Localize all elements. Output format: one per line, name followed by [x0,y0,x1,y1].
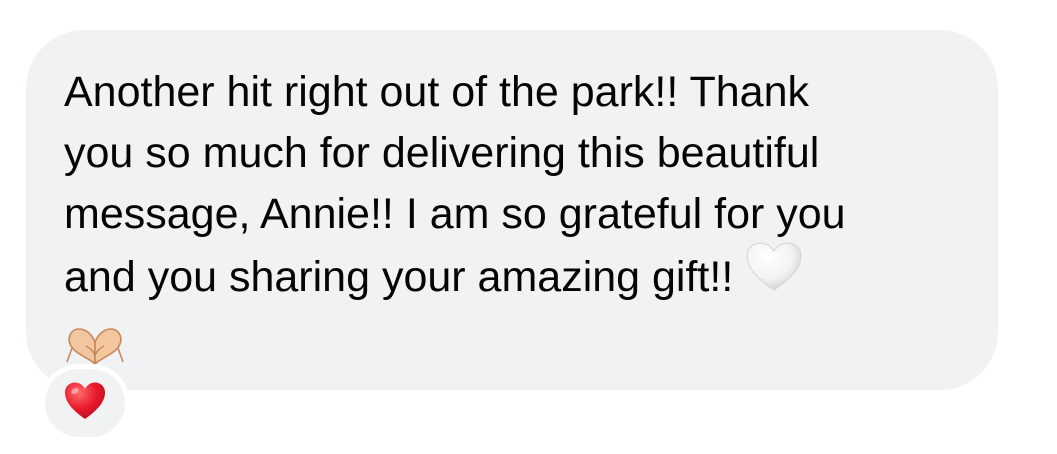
message-line-with-emoji: and you sharing your amazing gift!! [64,242,974,314]
heart-hands-icon [64,314,974,375]
chat-screen: Another hit right out of the park!! Than… [0,0,1057,454]
reaction-badge[interactable] [40,364,130,442]
message-line: you so much for delivering this beautifu… [64,129,820,177]
message-line: and you sharing your amazing gift!! [64,252,734,301]
message-line: Another hit right out of the park!! Than… [64,68,809,116]
message-line: message, Annie!! I am so grateful for yo… [64,190,846,238]
message-text: Another hit right out of the park!! Than… [64,62,974,375]
white-heart-icon [745,241,803,310]
red-heart-icon [63,381,107,426]
